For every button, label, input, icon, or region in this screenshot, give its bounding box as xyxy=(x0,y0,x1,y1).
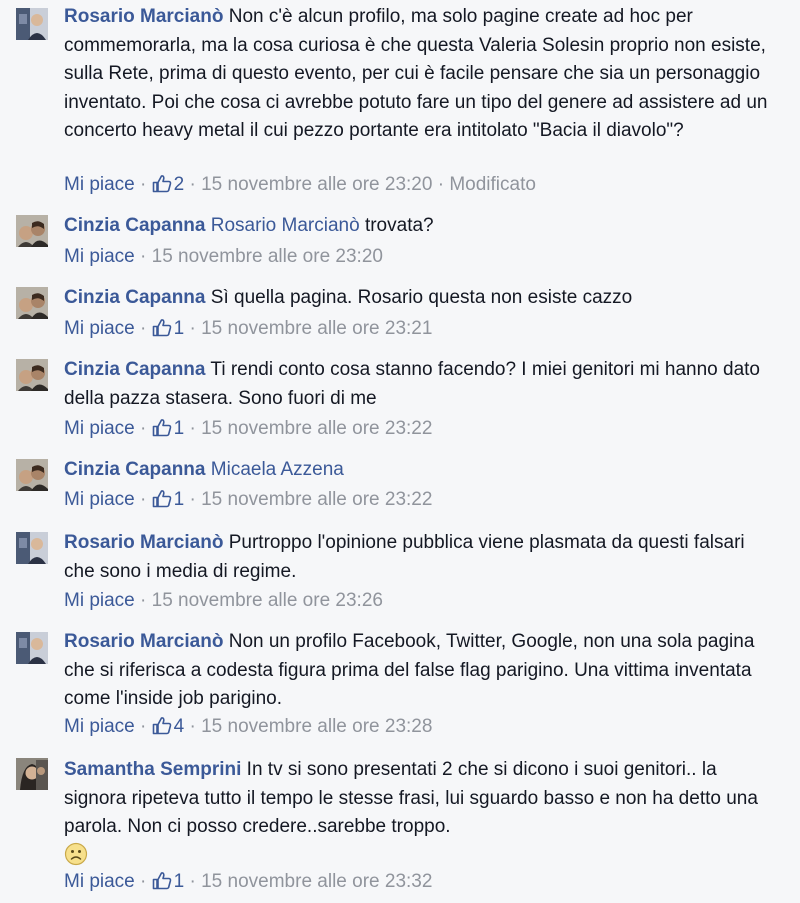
comment-meta: Mi piace · 1 · 15 novembre alle ore 23:3… xyxy=(64,868,432,896)
comment-meta: Mi piace · 1 · 15 novembre alle ore 23:2… xyxy=(64,486,432,514)
avatar-photo-icon xyxy=(16,459,48,491)
meta-separator: · xyxy=(140,418,147,439)
like-link[interactable]: Mi piace xyxy=(64,590,135,611)
like-count[interactable]: 2 xyxy=(152,174,190,195)
comment-author[interactable]: Cinzia Capanna xyxy=(64,287,205,308)
comment-timestamp[interactable]: 15 novembre alle ore 23:22 xyxy=(201,418,432,439)
meta-separator: · xyxy=(140,489,147,510)
avatar-photo-icon xyxy=(16,632,48,664)
meta-separator: · xyxy=(189,716,196,737)
comment-mention[interactable]: Micaela Azzena xyxy=(211,459,344,480)
like-count-value: 1 xyxy=(173,418,185,439)
like-count-value: 1 xyxy=(173,871,185,892)
meta-separator: · xyxy=(140,871,147,892)
meta-separator: · xyxy=(189,318,196,339)
avatar-photo-icon xyxy=(16,287,48,319)
comment-meta: Mi piace · 1 · 15 novembre alle ore 23:2… xyxy=(64,415,432,443)
avatar-cinzia[interactable] xyxy=(16,287,48,319)
thumbs-up-icon xyxy=(152,319,171,337)
comment-body: Rosario Marcianò Non c'è alcun profilo, … xyxy=(64,3,770,146)
comment-body: Rosario Marcianò Purtroppo l'opinione pu… xyxy=(64,529,770,586)
like-link[interactable]: Mi piace xyxy=(64,318,135,339)
like-count-value: 1 xyxy=(173,489,185,510)
comment-body: Cinzia Capanna Micaela Azzena xyxy=(64,456,770,485)
avatar-photo-icon xyxy=(16,215,48,247)
comment-meta: Mi piace · 2 · 15 novembre alle ore 23:2… xyxy=(64,171,536,199)
like-count-value: 1 xyxy=(173,318,185,339)
avatar-rosario[interactable] xyxy=(16,532,48,564)
like-link[interactable]: Mi piace xyxy=(64,871,135,892)
like-count[interactable]: 4 xyxy=(152,716,190,737)
comment-timestamp[interactable]: 15 novembre alle ore 23:28 xyxy=(201,716,432,737)
comment-body: Rosario Marcianò Non un profilo Facebook… xyxy=(64,628,770,714)
meta-separator: · xyxy=(140,246,147,267)
comment-author[interactable]: Cinzia Capanna xyxy=(64,459,205,480)
avatar-photo-icon xyxy=(16,758,48,790)
comment-meta: Mi piace · 4 · 15 novembre alle ore 23:2… xyxy=(64,713,432,741)
avatar-photo-icon xyxy=(16,359,48,391)
comment-body: Cinzia Capanna Ti rendi conto cosa stann… xyxy=(64,356,770,413)
thumbs-up-icon xyxy=(152,175,171,193)
like-link[interactable]: Mi piace xyxy=(64,418,135,439)
like-count-value: 2 xyxy=(173,174,185,195)
comment-timestamp[interactable]: 15 novembre alle ore 23:32 xyxy=(201,871,432,892)
comment-timestamp[interactable]: 15 novembre alle ore 23:22 xyxy=(201,489,432,510)
meta-separator: · xyxy=(140,716,147,737)
like-count[interactable]: 1 xyxy=(152,489,190,510)
comment-mention[interactable]: Rosario Marcianò xyxy=(211,215,360,236)
comment-author[interactable]: Rosario Marcianò xyxy=(64,6,223,27)
meta-separator: · xyxy=(189,489,196,510)
meta-separator: · xyxy=(140,318,147,339)
avatar-photo-icon xyxy=(16,8,48,40)
like-link[interactable]: Mi piace xyxy=(64,246,135,267)
avatar-samantha[interactable] xyxy=(16,758,48,790)
like-count-value: 4 xyxy=(173,716,185,737)
avatar-rosario[interactable] xyxy=(16,8,48,40)
avatar-cinzia[interactable] xyxy=(16,215,48,247)
like-link[interactable]: Mi piace xyxy=(64,174,135,195)
thumbs-up-icon xyxy=(152,490,171,508)
comment-meta: Mi piace · 15 novembre alle ore 23:20 xyxy=(64,243,383,271)
meta-separator: · xyxy=(140,174,147,195)
comment-author[interactable]: Cinzia Capanna xyxy=(64,215,205,236)
frown-emoji-icon xyxy=(64,842,88,865)
comment-text: Sì quella pagina. Rosario questa non esi… xyxy=(210,287,633,308)
like-link[interactable]: Mi piace xyxy=(64,489,135,510)
comment-body: Cinzia Capanna Sì quella pagina. Rosario… xyxy=(64,284,770,313)
meta-separator: · xyxy=(189,418,196,439)
meta-separator: · xyxy=(140,590,147,611)
comment-author[interactable]: Rosario Marcianò xyxy=(64,631,223,652)
meta-separator: · xyxy=(189,174,196,195)
comment-timestamp[interactable]: 15 novembre alle ore 23:20 xyxy=(201,174,432,195)
comment-author[interactable]: Samantha Semprini xyxy=(64,759,241,780)
thumbs-up-icon xyxy=(152,717,171,735)
comment-meta: Mi piace · 15 novembre alle ore 23:26 xyxy=(64,587,383,615)
comment-author[interactable]: Rosario Marcianò xyxy=(64,532,223,553)
meta-separator: · xyxy=(189,871,196,892)
comment-timestamp[interactable]: 15 novembre alle ore 23:20 xyxy=(152,246,383,267)
edited-label[interactable]: Modificato xyxy=(449,174,536,195)
meta-separator: · xyxy=(437,174,445,195)
like-count[interactable]: 1 xyxy=(152,418,190,439)
comment-timestamp[interactable]: 15 novembre alle ore 23:21 xyxy=(201,318,432,339)
avatar-photo-icon xyxy=(16,532,48,564)
avatar-cinzia[interactable] xyxy=(16,459,48,491)
like-count[interactable]: 1 xyxy=(152,318,190,339)
like-count[interactable]: 1 xyxy=(152,871,190,892)
comment-meta: Mi piace · 1 · 15 novembre alle ore 23:2… xyxy=(64,315,432,343)
thumbs-up-icon xyxy=(152,419,171,437)
like-link[interactable]: Mi piace xyxy=(64,716,135,737)
comment-body: Cinzia Capanna Rosario Marcianò trovata? xyxy=(64,212,770,241)
avatar-rosario[interactable] xyxy=(16,632,48,664)
comment-author[interactable]: Cinzia Capanna xyxy=(64,359,205,380)
comment-timestamp[interactable]: 15 novembre alle ore 23:26 xyxy=(152,590,383,611)
comment-text: trovata? xyxy=(364,215,434,236)
thumbs-up-icon xyxy=(152,872,171,890)
comment-body: Samantha Semprini In tv si sono presenta… xyxy=(64,756,770,871)
avatar-cinzia[interactable] xyxy=(16,359,48,391)
